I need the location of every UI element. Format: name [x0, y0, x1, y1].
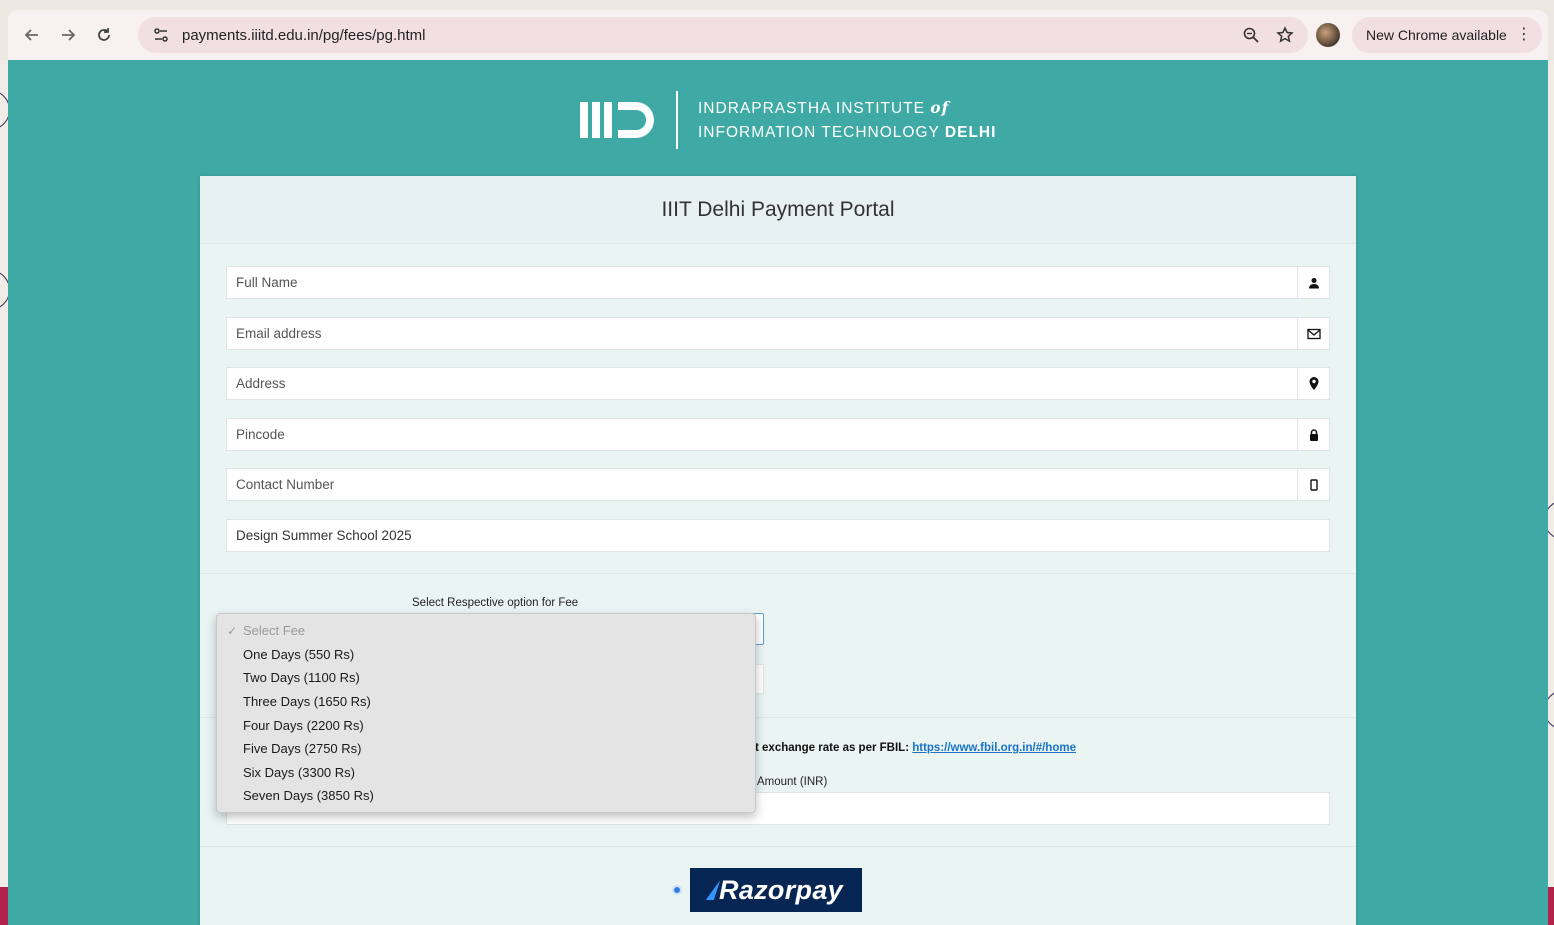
- profile-avatar[interactable]: [1316, 23, 1340, 47]
- map-pin-icon: [1297, 368, 1329, 399]
- back-button[interactable]: [14, 17, 50, 53]
- fee-option[interactable]: Three Days (1650 Rs): [217, 690, 755, 714]
- fee-option[interactable]: Six Days (3300 Rs): [217, 761, 755, 785]
- fee-option[interactable]: Seven Days (3850 Rs): [217, 784, 755, 808]
- fee-select-label: Select Respective option for Fee: [412, 597, 579, 609]
- address-input[interactable]: [227, 368, 1297, 399]
- fee-option[interactable]: Two Days (1100 Rs): [217, 666, 755, 690]
- institute-name: INDRAPRASTHA INSTITUTE of INFORMATION TE…: [698, 97, 997, 141]
- user-icon: [1297, 267, 1329, 298]
- arrow-left-icon: [24, 29, 38, 41]
- razorpay-logo[interactable]: Razorpay: [690, 868, 862, 912]
- full-name-field: [226, 266, 1330, 299]
- mobile-icon: [1297, 469, 1329, 500]
- bookmark-star-icon[interactable]: [1276, 26, 1294, 44]
- forward-button[interactable]: [50, 17, 86, 53]
- email-field: [226, 317, 1330, 350]
- contact-number-input[interactable]: [227, 469, 1297, 500]
- zoom-icon[interactable]: [1242, 26, 1260, 44]
- payment-card: IIIT Delhi Payment Portal Full Name Emai…: [200, 176, 1356, 925]
- envelope-icon: [1297, 318, 1329, 349]
- url-text[interactable]: payments.iiitd.edu.in/pg/fees/pg.html: [182, 27, 425, 44]
- lock-icon: [1297, 419, 1329, 450]
- checkmark-icon: ✓: [227, 623, 238, 638]
- institute-header: INDRAPRASTHA INSTITUTE of INFORMATION TE…: [580, 90, 1000, 150]
- contact-number-field: [226, 468, 1330, 501]
- fee-option[interactable]: One Days (550 Rs): [217, 643, 755, 667]
- amount-label: Amount (INR): [757, 776, 828, 788]
- fbil-link[interactable]: https://www.fbil.org.in/#/home: [912, 742, 1076, 754]
- fee-option-placeholder[interactable]: ✓ Select Fee: [217, 619, 755, 643]
- section-divider: [200, 846, 1356, 847]
- frame-corner: [0, 887, 8, 925]
- reload-button[interactable]: [86, 17, 122, 53]
- logo-divider: [676, 91, 678, 149]
- left-frame: [0, 60, 8, 925]
- pincode-field: [226, 418, 1330, 451]
- new-chrome-label: New Chrome available: [1366, 27, 1507, 43]
- email-input[interactable]: [227, 318, 1297, 349]
- card-header: IIIT Delhi Payment Portal: [200, 176, 1356, 244]
- arrow-right-icon: [62, 29, 76, 41]
- right-frame: [1548, 60, 1554, 925]
- address-bar[interactable]: payments.iiitd.edu.in/pg/fees/pg.html: [138, 17, 1308, 53]
- pincode-input[interactable]: [227, 419, 1297, 450]
- reload-icon: [98, 28, 110, 41]
- page-viewport: INDRAPRASTHA INSTITUTE of INFORMATION TE…: [8, 60, 1548, 925]
- site-info-button[interactable]: [146, 26, 176, 44]
- fbil-note: t exchange rate as per FBIL: https://www…: [755, 742, 1076, 754]
- tune-icon: [154, 28, 168, 42]
- program-input[interactable]: [227, 520, 1329, 551]
- section-divider: [200, 573, 1356, 574]
- program-field: [226, 519, 1330, 552]
- address-field: [226, 367, 1330, 400]
- browser-toolbar: payments.iiitd.edu.in/pg/fees/pg.html Ne…: [8, 10, 1548, 60]
- payment-method-row: Razorpay: [672, 868, 862, 912]
- frame-corner: [1548, 887, 1554, 925]
- new-chrome-available-button[interactable]: New Chrome available ⋮: [1352, 17, 1542, 53]
- iiitd-logo: [580, 100, 656, 140]
- full-name-input[interactable]: [227, 267, 1297, 298]
- fee-option[interactable]: Five Days (2750 Rs): [217, 737, 755, 761]
- kebab-menu-icon[interactable]: ⋮: [1516, 26, 1532, 44]
- fee-dropdown-menu: ✓ Select Fee One Days (550 Rs) Two Days …: [216, 613, 756, 813]
- razorpay-radio[interactable]: [672, 885, 682, 895]
- fee-option[interactable]: Four Days (2200 Rs): [217, 713, 755, 737]
- page-title: IIIT Delhi Payment Portal: [661, 197, 895, 221]
